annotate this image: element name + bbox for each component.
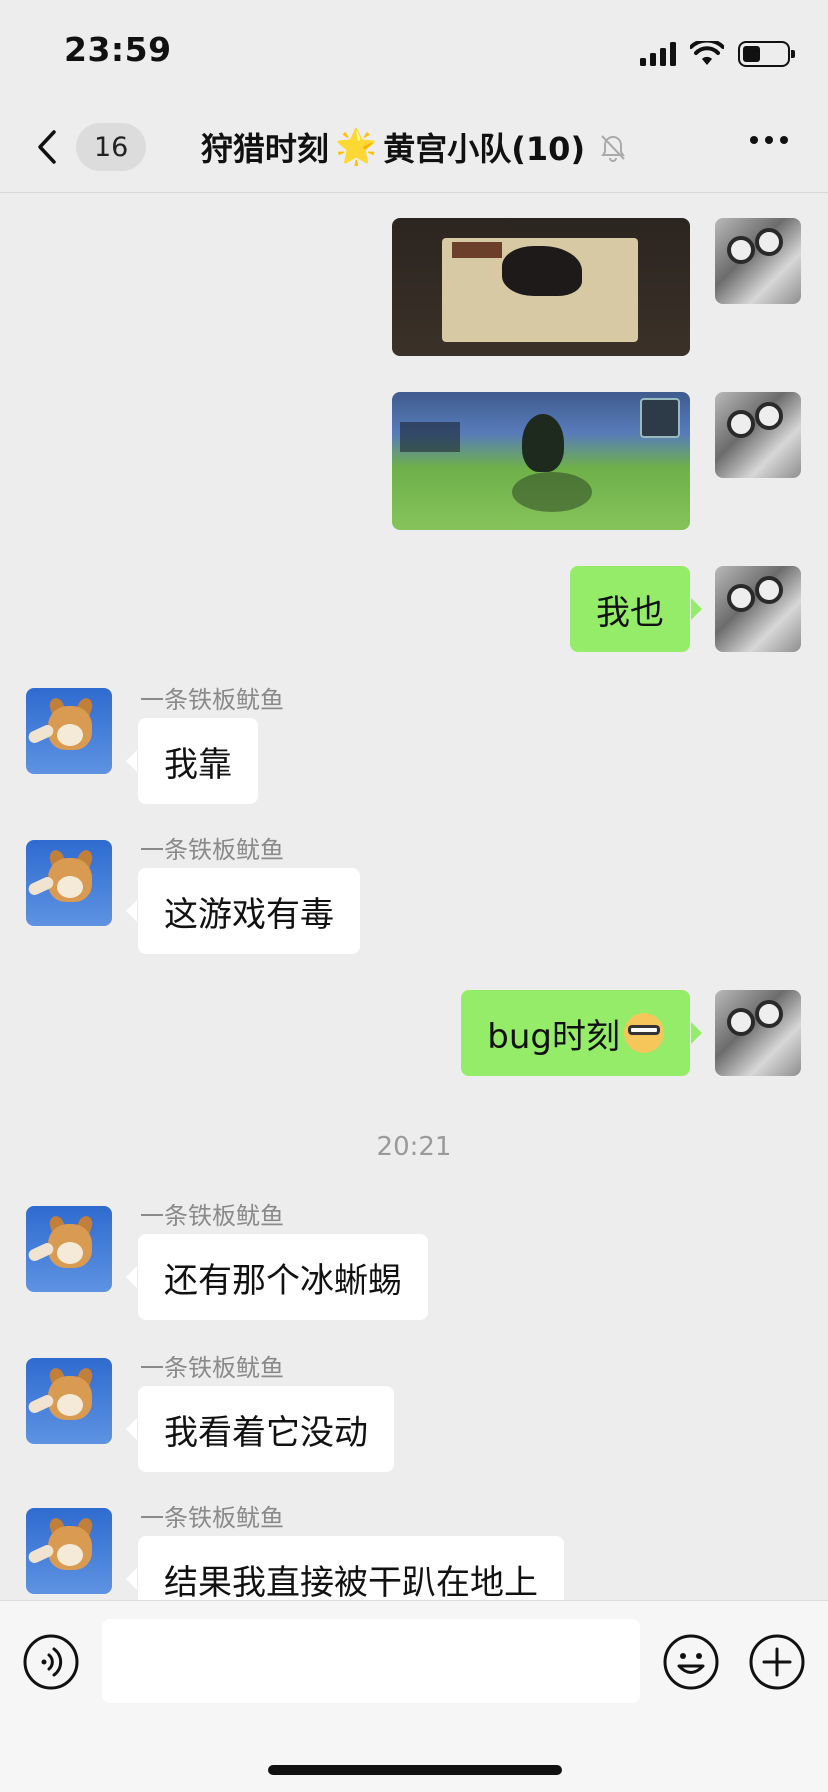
status-time: 23:59 <box>64 30 172 69</box>
message-bubble-received[interactable]: 还有那个冰蜥蜴 <box>126 1234 428 1320</box>
message-bubble-received[interactable]: 我看着它没动 <box>126 1386 394 1472</box>
my-avatar[interactable] <box>715 218 801 304</box>
sender-avatar[interactable] <box>26 1508 112 1594</box>
home-indicator[interactable] <box>268 1765 562 1775</box>
input-bar <box>0 1600 828 1792</box>
chat-title-prefix: 狩猎时刻 <box>200 130 329 168</box>
plus-icon[interactable] <box>748 1633 806 1691</box>
my-avatar[interactable] <box>715 566 801 652</box>
image-message[interactable] <box>392 218 690 356</box>
my-avatar[interactable] <box>715 392 801 478</box>
my-avatar[interactable] <box>715 990 801 1076</box>
message-bubble-sent[interactable]: bug时刻 <box>461 990 702 1076</box>
star-emoji: 🌟 <box>334 127 378 167</box>
wifi-icon <box>690 41 724 65</box>
minimap <box>640 398 680 438</box>
message-text: 还有那个冰蜥蜴 <box>164 1260 402 1301</box>
sender-avatar[interactable] <box>26 1358 112 1444</box>
cellular-signal-icon <box>640 42 676 66</box>
image-message[interactable] <box>392 392 690 530</box>
tree <box>522 414 564 472</box>
sender-avatar[interactable] <box>26 688 112 774</box>
chat-title: 狩猎时刻 🌟 黄宫小队(10) <box>0 124 828 170</box>
game-hud <box>400 422 460 452</box>
message-text: 这游戏有毒 <box>164 894 334 935</box>
status-icons <box>640 36 795 72</box>
chat-message-list[interactable]: 我也 一条铁板鱿鱼 我靠 一条铁板鱿鱼 这游戏有毒 bug时刻 20:21 一条… <box>0 194 828 1600</box>
time-divider: 20:21 <box>376 1132 452 1162</box>
message-text: 我靠 <box>164 744 232 785</box>
dot-icon <box>750 136 758 144</box>
more-options-button[interactable] <box>750 136 788 144</box>
sender-name: 一条铁板鱿鱼 <box>140 1504 284 1532</box>
mute-bell-icon <box>601 135 625 162</box>
emoji-icon[interactable] <box>662 1633 720 1691</box>
message-text: 结果我直接被干趴在地上 <box>164 1562 538 1601</box>
dot-icon <box>765 136 773 144</box>
message-bubble-received[interactable]: 结果我直接被干趴在地上 <box>126 1536 564 1601</box>
nav-bar: 16 狩猎时刻 🌟 黄宫小队(10) <box>0 100 828 193</box>
cool-doge-emoji-icon <box>624 1013 664 1053</box>
sender-name: 一条铁板鱿鱼 <box>140 1354 284 1382</box>
battery-icon <box>738 41 795 67</box>
message-bubble-sent[interactable]: 我也 <box>570 566 702 652</box>
sender-avatar[interactable] <box>26 840 112 926</box>
sender-name: 一条铁板鱿鱼 <box>140 686 284 714</box>
sender-avatar[interactable] <box>26 1206 112 1292</box>
beast-silhouette <box>502 246 582 296</box>
tree-shadow <box>512 472 592 512</box>
sender-name: 一条铁板鱿鱼 <box>140 836 284 864</box>
message-bubble-received[interactable]: 这游戏有毒 <box>126 868 360 954</box>
message-text: 我看着它没动 <box>164 1412 368 1453</box>
message-text: 我也 <box>596 592 664 633</box>
chat-title-suffix: 黄宫小队(10) <box>383 130 586 168</box>
status-bar: 23:59 <box>0 0 828 100</box>
message-input[interactable] <box>102 1619 640 1703</box>
message-bubble-received[interactable]: 我靠 <box>126 718 258 804</box>
message-text: bug时刻 <box>487 1016 620 1057</box>
dot-icon <box>780 136 788 144</box>
game-sign <box>452 242 502 258</box>
voice-input-icon[interactable] <box>22 1633 80 1691</box>
sender-name: 一条铁板鱿鱼 <box>140 1202 284 1230</box>
